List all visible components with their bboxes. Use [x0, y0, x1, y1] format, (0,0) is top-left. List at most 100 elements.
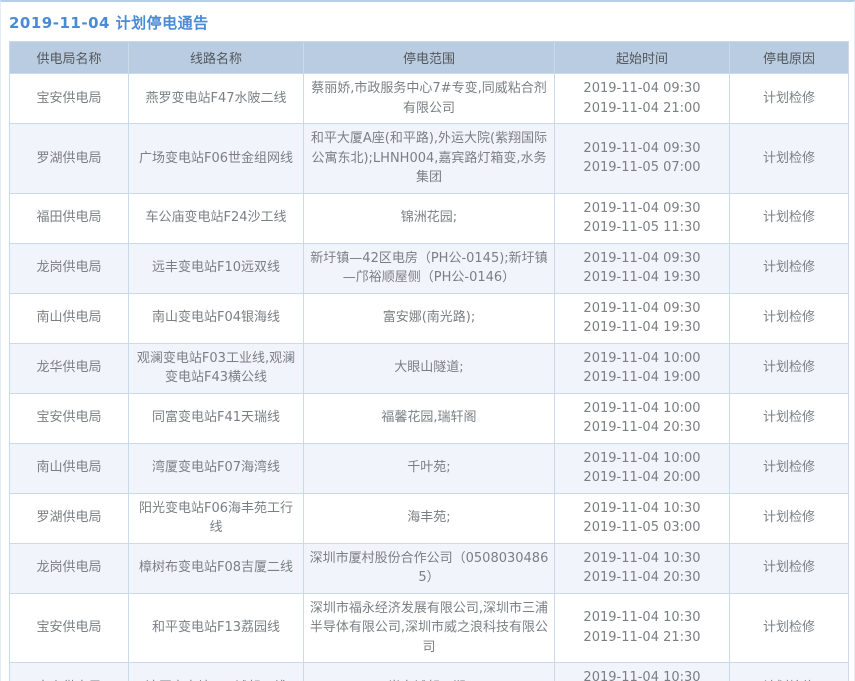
cell-reason: 计划检修	[730, 74, 849, 124]
column-header-bureau: 供电局名称	[10, 42, 129, 74]
end-time: 2019-11-04 21:00	[559, 99, 725, 119]
cell-bureau: 罗湖供电局	[10, 493, 129, 543]
cell-bureau: 南山供电局	[10, 293, 129, 343]
cell-bureau: 福田供电局	[10, 193, 129, 243]
cell-time: 2019-11-04 09:30 2019-11-05 11:30	[555, 193, 730, 243]
cell-reason: 计划检修	[730, 193, 849, 243]
cell-line: 阳光变电站F06海丰苑工行线	[129, 493, 304, 543]
cell-line: 观澜变电站F03工业线,观澜变电站F43横公线	[129, 343, 304, 393]
table-row: 罗湖供电局 阳光变电站F06海丰苑工行线 海丰苑; 2019-11-04 10:…	[10, 493, 849, 543]
cell-time: 2019-11-04 09:30 2019-11-04 19:30	[555, 243, 730, 293]
cell-scope: 半岛城邦一期;	[304, 663, 555, 681]
end-time: 2019-11-05 07:00	[559, 158, 725, 178]
table-row: 罗湖供电局 广场变电站F06世金组网线 和平大厦A座(和平路),外运大院(紫翔国…	[10, 124, 849, 194]
end-time: 2019-11-04 19:30	[559, 268, 725, 288]
end-time: 2019-11-04 20:30	[559, 568, 725, 588]
cell-reason: 计划检修	[730, 663, 849, 681]
table-header: 供电局名称 线路名称 停电范围 起始时间 停电原因	[10, 42, 849, 74]
table-row: 南山供电局 湾厦变电站F10城邦二线 半岛城邦一期; 2019-11-04 10…	[10, 663, 849, 681]
end-time: 2019-11-04 20:30	[559, 418, 725, 438]
cell-time: 2019-11-04 09:30 2019-11-04 19:30	[555, 293, 730, 343]
cell-bureau: 龙岗供电局	[10, 543, 129, 593]
cell-time: 2019-11-04 10:30 2019-11-04 20:30	[555, 543, 730, 593]
table-row: 宝安供电局 同富变电站F41天瑞线 福馨花园,瑞轩阁 2019-11-04 10…	[10, 393, 849, 443]
start-time: 2019-11-04 09:30	[559, 199, 725, 219]
cell-line: 燕罗变电站F47水陂二线	[129, 74, 304, 124]
cell-scope: 深圳市厦村股份合作公司（05080304865）	[304, 543, 555, 593]
cell-scope: 海丰苑;	[304, 493, 555, 543]
start-time: 2019-11-04 10:00	[559, 449, 725, 469]
cell-bureau: 南山供电局	[10, 663, 129, 681]
table-row: 龙岗供电局 远丰变电站F10远双线 新圩镇—42区电房（PH公-0145);新圩…	[10, 243, 849, 293]
cell-line: 广场变电站F06世金组网线	[129, 124, 304, 194]
page-title: 2019-11-04 计划停电通告	[1, 2, 854, 41]
start-time: 2019-11-04 10:30	[559, 608, 725, 628]
outage-table: 供电局名称 线路名称 停电范围 起始时间 停电原因 宝安供电局 燕罗变电站F47…	[9, 41, 849, 681]
cell-line: 南山变电站F04银海线	[129, 293, 304, 343]
cell-time: 2019-11-04 09:30 2019-11-05 07:00	[555, 124, 730, 194]
column-header-scope: 停电范围	[304, 42, 555, 74]
cell-reason: 计划检修	[730, 493, 849, 543]
cell-line: 和平变电站F13荔园线	[129, 593, 304, 663]
cell-scope: 千叶苑;	[304, 443, 555, 493]
end-time: 2019-11-04 19:00	[559, 368, 725, 388]
start-time: 2019-11-04 10:00	[559, 349, 725, 369]
table-row: 南山供电局 南山变电站F04银海线 富安娜(南光路); 2019-11-04 0…	[10, 293, 849, 343]
table-body: 宝安供电局 燕罗变电站F47水陂二线 蔡丽娇,市政服务中心7#专变,同威粘合剂有…	[10, 74, 849, 681]
cell-time: 2019-11-04 10:30 2019-11-05 03:00	[555, 493, 730, 543]
cell-scope: 深圳市福永经济发展有限公司,深圳市三浦半导体有限公司,深圳市威之浪科技有限公司	[304, 593, 555, 663]
column-header-reason: 停电原因	[730, 42, 849, 74]
table-row: 宝安供电局 燕罗变电站F47水陂二线 蔡丽娇,市政服务中心7#专变,同威粘合剂有…	[10, 74, 849, 124]
cell-reason: 计划检修	[730, 293, 849, 343]
cell-line: 湾厦变电站F07海湾线	[129, 443, 304, 493]
column-header-time: 起始时间	[555, 42, 730, 74]
cell-time: 2019-11-04 10:30 2019-11-04 21:30	[555, 593, 730, 663]
cell-reason: 计划检修	[730, 543, 849, 593]
table-row: 宝安供电局 和平变电站F13荔园线 深圳市福永经济发展有限公司,深圳市三浦半导体…	[10, 593, 849, 663]
table-row: 南山供电局 湾厦变电站F07海湾线 千叶苑; 2019-11-04 10:00 …	[10, 443, 849, 493]
table-row: 龙华供电局 观澜变电站F03工业线,观澜变电站F43横公线 大眼山隧道; 201…	[10, 343, 849, 393]
page: 2019-11-04 计划停电通告 供电局名称 线路名称 停电范围 起始时间 停…	[0, 0, 855, 681]
cell-bureau: 龙华供电局	[10, 343, 129, 393]
cell-reason: 计划检修	[730, 443, 849, 493]
start-time: 2019-11-04 09:30	[559, 139, 725, 159]
cell-time: 2019-11-04 10:00 2019-11-04 20:30	[555, 393, 730, 443]
cell-reason: 计划检修	[730, 243, 849, 293]
start-time: 2019-11-04 10:30	[559, 549, 725, 569]
cell-line: 湾厦变电站F10城邦二线	[129, 663, 304, 681]
cell-bureau: 龙岗供电局	[10, 243, 129, 293]
cell-time: 2019-11-04 10:30 2019-11-04 20:30	[555, 663, 730, 681]
cell-scope: 富安娜(南光路);	[304, 293, 555, 343]
end-time: 2019-11-04 19:30	[559, 318, 725, 338]
cell-time: 2019-11-04 10:00 2019-11-04 19:00	[555, 343, 730, 393]
cell-reason: 计划检修	[730, 343, 849, 393]
end-time: 2019-11-04 21:30	[559, 628, 725, 648]
cell-scope: 新圩镇—42区电房（PH公-0145);新圩镇—邝裕顺屋侧（PH公-0146）	[304, 243, 555, 293]
start-time: 2019-11-04 09:30	[559, 79, 725, 99]
start-time: 2019-11-04 10:30	[559, 499, 725, 519]
cell-time: 2019-11-04 10:00 2019-11-04 20:00	[555, 443, 730, 493]
cell-bureau: 宝安供电局	[10, 593, 129, 663]
cell-line: 樟树布变电站F08吉厦二线	[129, 543, 304, 593]
start-time: 2019-11-04 09:30	[559, 299, 725, 319]
cell-scope: 和平大厦A座(和平路),外运大院(紫翔国际公寓东北);LHNH004,嘉宾路灯箱…	[304, 124, 555, 194]
cell-reason: 计划检修	[730, 593, 849, 663]
cell-scope: 蔡丽娇,市政服务中心7#专变,同威粘合剂有限公司	[304, 74, 555, 124]
cell-line: 车公庙变电站F24沙工线	[129, 193, 304, 243]
cell-reason: 计划检修	[730, 124, 849, 194]
end-time: 2019-11-04 20:00	[559, 468, 725, 488]
cell-bureau: 南山供电局	[10, 443, 129, 493]
cell-scope: 大眼山隧道;	[304, 343, 555, 393]
end-time: 2019-11-05 11:30	[559, 218, 725, 238]
cell-bureau: 宝安供电局	[10, 74, 129, 124]
cell-bureau: 宝安供电局	[10, 393, 129, 443]
table-row: 龙岗供电局 樟树布变电站F08吉厦二线 深圳市厦村股份合作公司（05080304…	[10, 543, 849, 593]
cell-time: 2019-11-04 09:30 2019-11-04 21:00	[555, 74, 730, 124]
cell-reason: 计划检修	[730, 393, 849, 443]
table-row: 福田供电局 车公庙变电站F24沙工线 锦洲花园; 2019-11-04 09:3…	[10, 193, 849, 243]
column-header-line: 线路名称	[129, 42, 304, 74]
cell-scope: 锦洲花园;	[304, 193, 555, 243]
start-time: 2019-11-04 10:30	[559, 668, 725, 681]
end-time: 2019-11-05 03:00	[559, 518, 725, 538]
start-time: 2019-11-04 09:30	[559, 249, 725, 269]
